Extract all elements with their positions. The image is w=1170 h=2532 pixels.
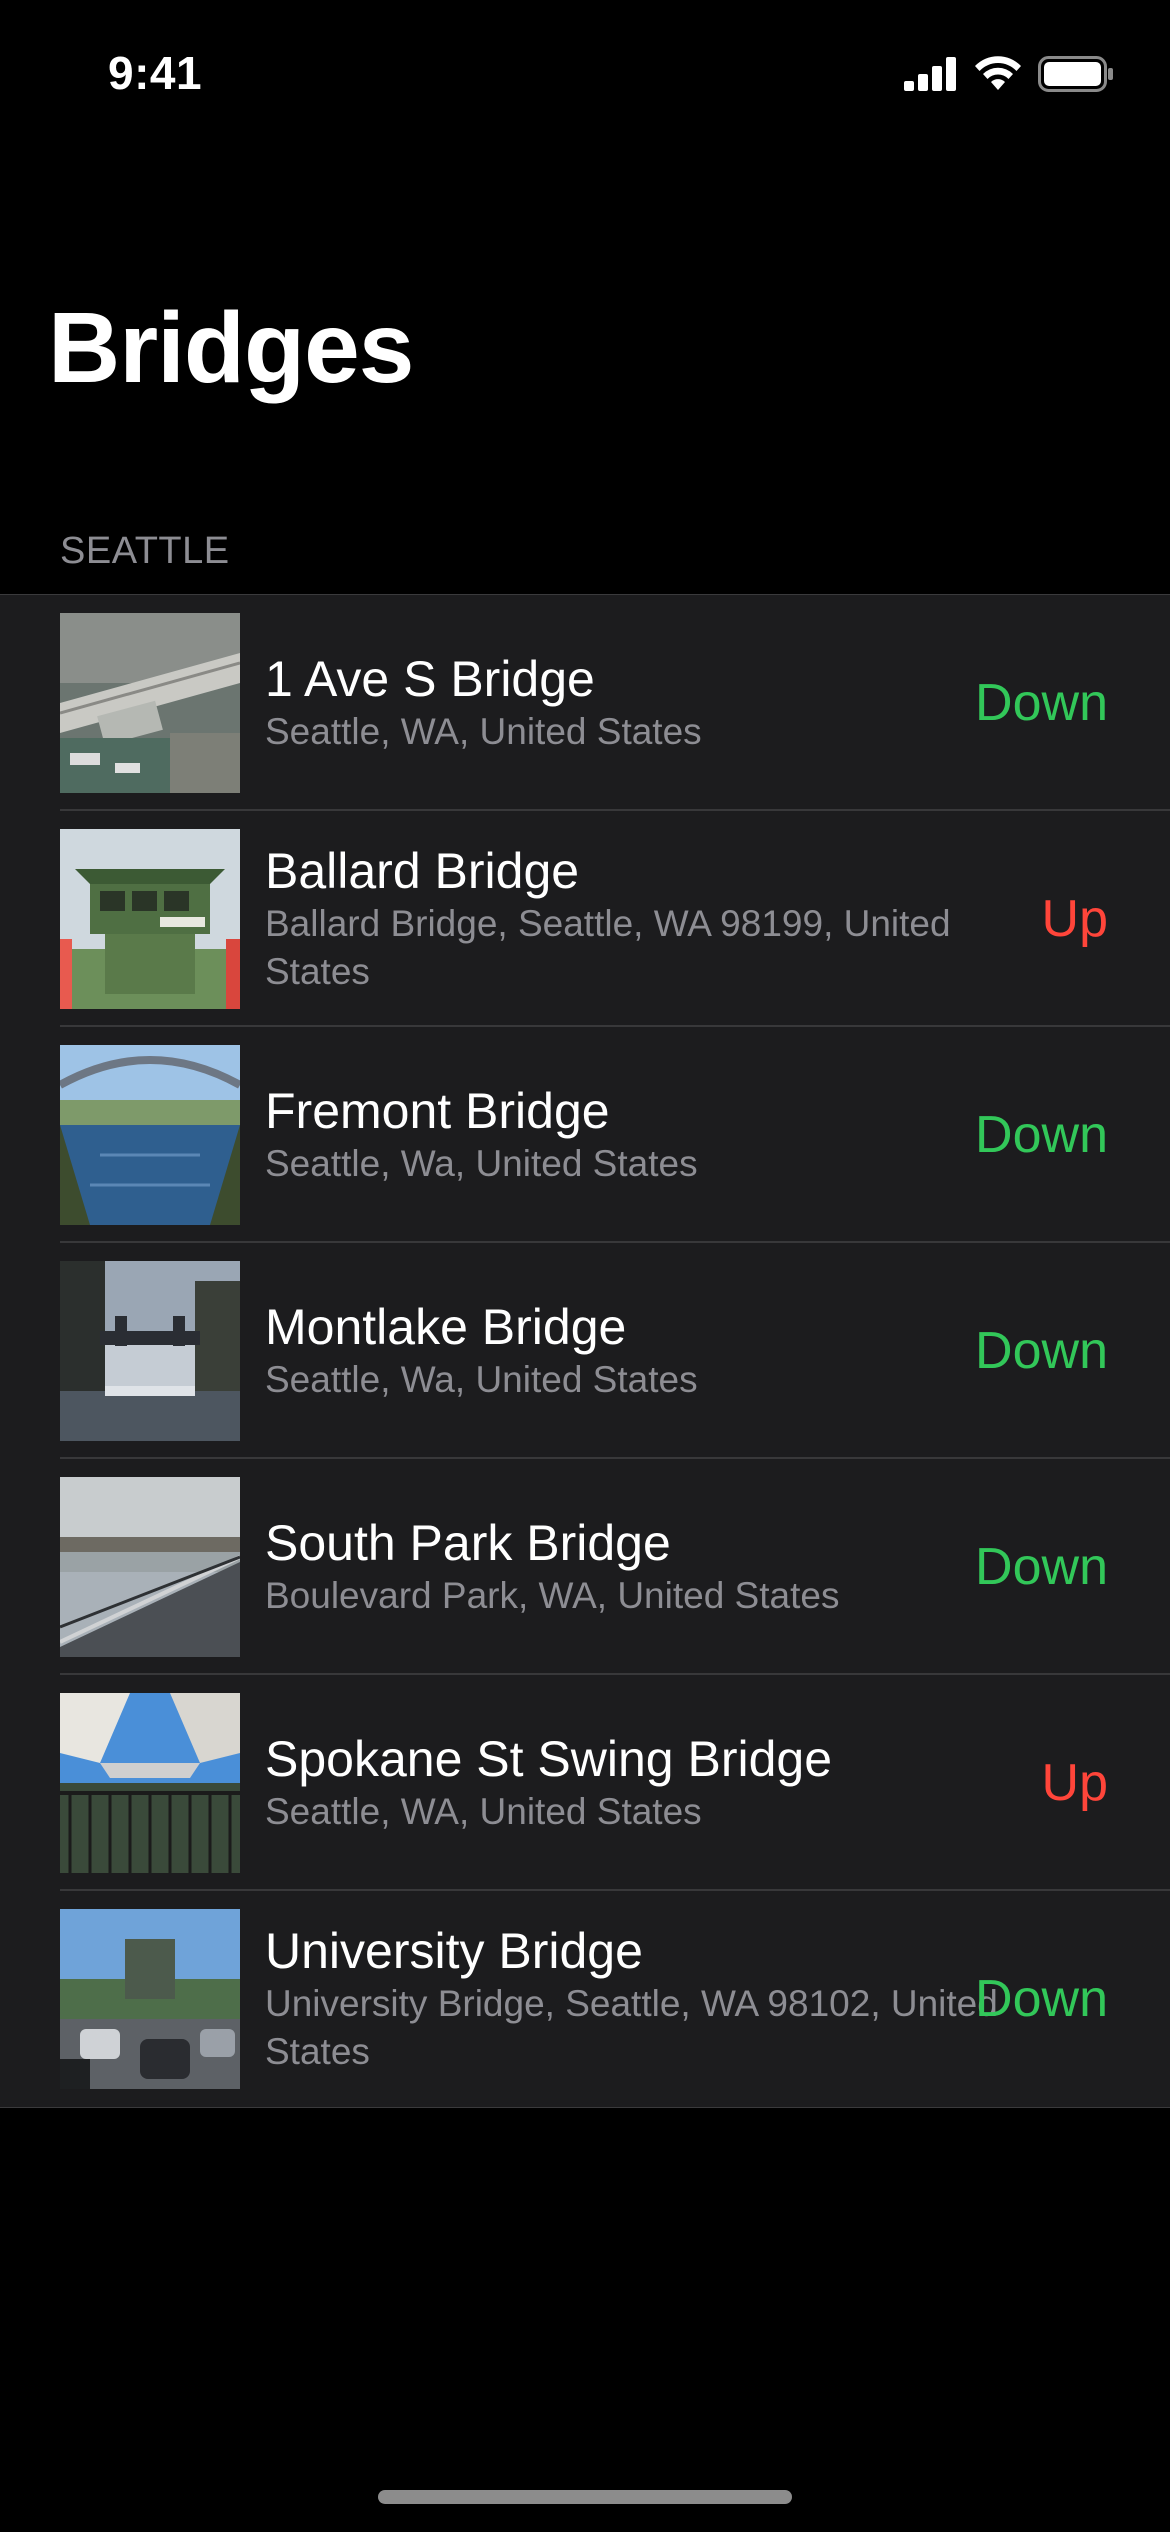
bridge-status: Up	[1041, 890, 1108, 948]
status-time: 9:41	[108, 47, 203, 99]
list-item[interactable]: South Park Bridge Boulevard Park, WA, Un…	[0, 1459, 1170, 1675]
bridge-control-tower-photo	[60, 829, 240, 1009]
bridge-list: 1 Ave S Bridge Seattle, WA, United State…	[0, 594, 1170, 2108]
wifi-icon	[974, 56, 1022, 92]
bridge-underside-photo	[60, 1693, 240, 1873]
home-indicator[interactable]	[378, 2490, 792, 2504]
bridge-text: South Park Bridge Boulevard Park, WA, Un…	[265, 1514, 1000, 1620]
list-item[interactable]: Ballard Bridge Ballard Bridge, Seattle, …	[0, 811, 1170, 1027]
bridge-address: Seattle, Wa, United States	[265, 1143, 698, 1184]
bridge-address: University Bridge, Seattle, WA 98102, Un…	[265, 1983, 998, 2072]
bridge-deck-photo	[60, 1477, 240, 1657]
bridge-text: Fremont Bridge Seattle, Wa, United State…	[265, 1082, 1000, 1188]
status-bar: 9:41	[0, 0, 1170, 140]
cellular-signal-icon	[904, 57, 958, 91]
bridge-name: University Bridge	[265, 1923, 643, 1979]
bridge-text: Ballard Bridge Ballard Bridge, Seattle, …	[265, 842, 1000, 996]
bridge-text: University Bridge University Bridge, Sea…	[265, 1922, 1000, 2076]
list-item[interactable]: Fremont Bridge Seattle, Wa, United State…	[0, 1027, 1170, 1243]
bridge-status: Down	[975, 1322, 1108, 1380]
list-item[interactable]: Montlake Bridge Seattle, Wa, United Stat…	[0, 1243, 1170, 1459]
bridge-status: Down	[975, 1106, 1108, 1164]
list-item[interactable]: Spokane St Swing Bridge Seattle, WA, Uni…	[0, 1675, 1170, 1891]
bridge-address: Boulevard Park, WA, United States	[265, 1575, 840, 1616]
page-title: Bridges	[48, 292, 414, 404]
list-item[interactable]: University Bridge University Bridge, Sea…	[0, 1891, 1170, 2107]
status-icons	[904, 54, 1114, 94]
bridge-text: 1 Ave S Bridge Seattle, WA, United State…	[265, 650, 1000, 756]
bridge-address: Seattle, Wa, United States	[265, 1359, 698, 1400]
section-header: SEATTLE	[60, 530, 230, 572]
bridge-status: Up	[1041, 1754, 1108, 1812]
list-item[interactable]: 1 Ave S Bridge Seattle, WA, United State…	[0, 595, 1170, 811]
bridge-name: Montlake Bridge	[265, 1299, 627, 1355]
bridge-traffic-photo	[60, 1909, 240, 2089]
bridge-name: South Park Bridge	[265, 1515, 671, 1571]
bridge-name: 1 Ave S Bridge	[265, 651, 595, 707]
bridge-name: Spokane St Swing Bridge	[265, 1731, 833, 1787]
bridge-text: Spokane St Swing Bridge Seattle, WA, Uni…	[265, 1730, 1000, 1836]
bridge-status: Down	[975, 1538, 1108, 1596]
bridge-status: Down	[975, 674, 1108, 732]
bridge-status: Down	[975, 1970, 1108, 2028]
bridge-address: Seattle, WA, United States	[265, 1791, 702, 1832]
bridge-name: Fremont Bridge	[265, 1083, 610, 1139]
bridge-cut-photo	[60, 1261, 240, 1441]
bridge-canal-photo	[60, 1045, 240, 1225]
bridge-text: Montlake Bridge Seattle, Wa, United Stat…	[265, 1298, 1000, 1404]
bridge-address: Seattle, WA, United States	[265, 711, 702, 752]
bridge-aerial-photo	[60, 613, 240, 793]
bridge-name: Ballard Bridge	[265, 843, 580, 899]
battery-icon	[1038, 56, 1114, 92]
bridge-address: Ballard Bridge, Seattle, WA 98199, Unite…	[265, 903, 951, 992]
